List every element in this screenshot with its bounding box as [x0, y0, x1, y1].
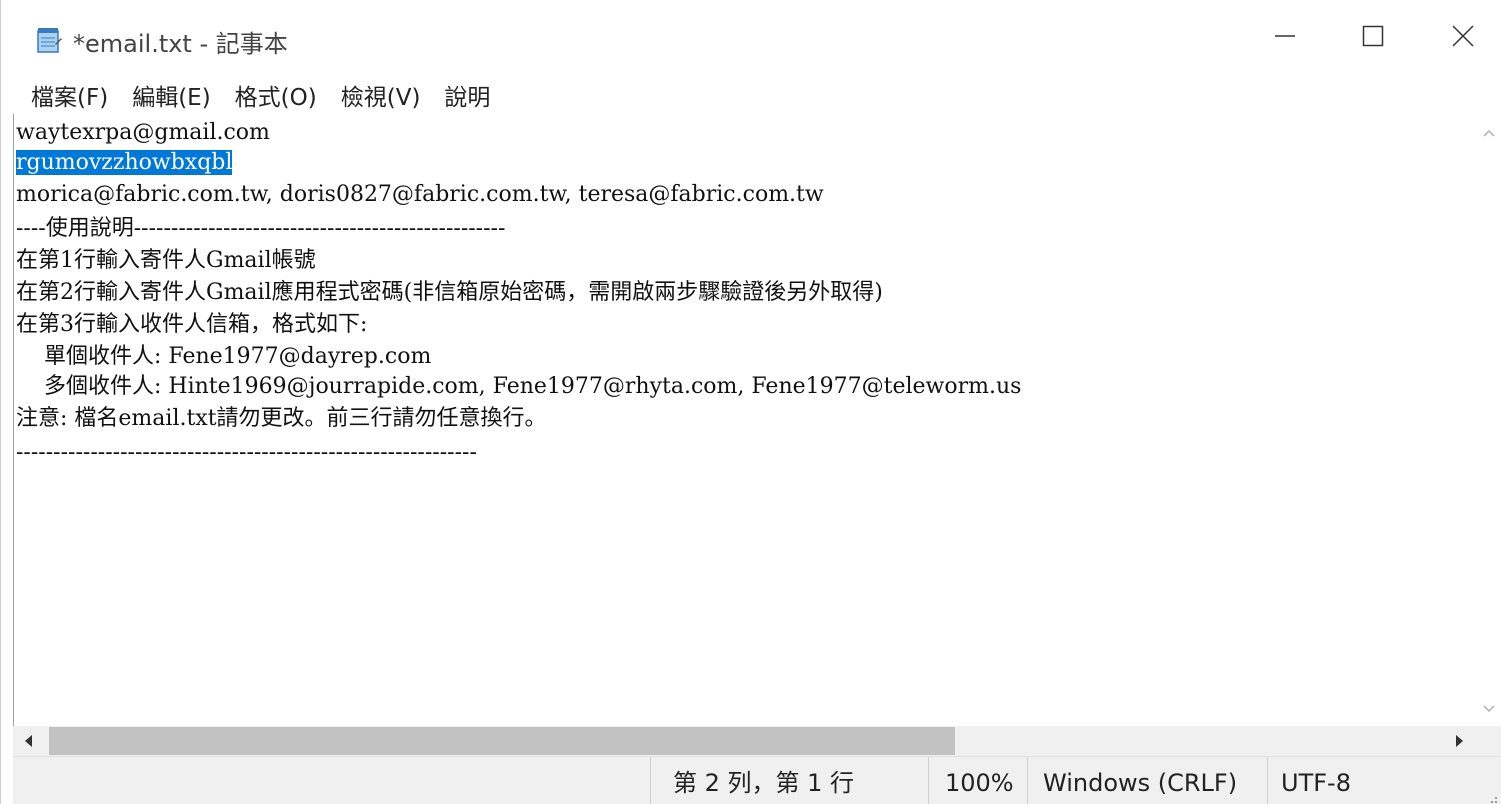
close-button[interactable]: [1417, 0, 1501, 76]
scroll-up-icon[interactable]: [1482, 124, 1496, 143]
vertical-scrollbar[interactable]: [1476, 114, 1501, 726]
maximize-icon: [1362, 25, 1384, 51]
text-line-1: waytexrpa@gmail.com: [16, 120, 270, 145]
encoding: UTF-8: [1281, 769, 1351, 797]
window-title: *email.txt - 記事本: [73, 30, 288, 58]
status-separator: [1027, 757, 1028, 804]
menu-bar: 檔案(F) 編輯(E) 格式(O) 檢視(V) 說明: [1, 76, 1501, 114]
line-ending: Windows (CRLF): [1043, 769, 1238, 797]
maximize-button[interactable]: [1327, 0, 1419, 76]
selected-text: rgumovzzhowbxqbl: [16, 150, 233, 175]
minimize-button[interactable]: [1239, 0, 1331, 76]
scroll-left-icon[interactable]: [21, 732, 37, 754]
zoom-level: 100%: [945, 769, 1014, 797]
text-line-7: 在第3行輸入收件人信箱，格式如下:: [16, 312, 368, 337]
menu-edit[interactable]: 編輯(E): [120, 76, 222, 114]
status-separator: [1267, 757, 1268, 804]
text-line-8: 單個收件人: Fene1977@dayrep.com: [16, 344, 432, 369]
status-separator: [928, 757, 929, 804]
text-line-12: ----------------------------------------…: [16, 440, 477, 465]
text-line-6: 在第2行輸入寄件人Gmail應用程式密碼(非信箱原始密碼，需開啟兩步驟驗證後另外…: [16, 280, 883, 305]
text-line-3: morica@fabric.com.tw, doris0827@fabric.c…: [16, 182, 824, 207]
notepad-icon: [35, 26, 63, 54]
text-editor[interactable]: waytexrpa@gmail.com rgumovzzhowbxqbl mor…: [13, 114, 1476, 726]
menu-view[interactable]: 檢視(V): [329, 76, 433, 114]
text-line-2: rgumovzzhowbxqbl: [16, 148, 233, 178]
minimize-icon: [1274, 25, 1296, 51]
text-line-9: 多個收件人: Hinte1969@jourrapide.com, Fene197…: [16, 374, 1022, 399]
text-line-4: ----使用說明--------------------------------…: [16, 216, 506, 241]
status-separator: [650, 757, 651, 804]
status-bar: 第 2 列，第 1 行 100% Windows (CRLF) UTF-8: [13, 756, 1501, 804]
cursor-position: 第 2 列，第 1 行: [673, 769, 855, 797]
horizontal-scrollbar[interactable]: [13, 726, 1501, 756]
menu-help[interactable]: 說明: [432, 76, 502, 114]
resize-grip-icon[interactable]: [1486, 789, 1498, 803]
text-line-10: 注意: 檔名email.txt請勿更改。前三行請勿任意換行。: [16, 406, 547, 431]
menu-file[interactable]: 檔案(F): [19, 76, 120, 114]
scroll-right-icon[interactable]: [1451, 732, 1467, 754]
close-icon: [1452, 25, 1474, 51]
title-bar[interactable]: *email.txt - 記事本: [1, 0, 1501, 76]
menu-format[interactable]: 格式(O): [223, 76, 329, 114]
horizontal-scroll-thumb[interactable]: [49, 727, 955, 755]
notepad-window: *email.txt - 記事本 檔案(F) 編輯(E) 格式(O) 檢視(V)…: [0, 0, 1501, 804]
scroll-down-icon[interactable]: [1482, 700, 1496, 719]
text-line-5: 在第1行輸入寄件人Gmail帳號: [16, 248, 316, 273]
